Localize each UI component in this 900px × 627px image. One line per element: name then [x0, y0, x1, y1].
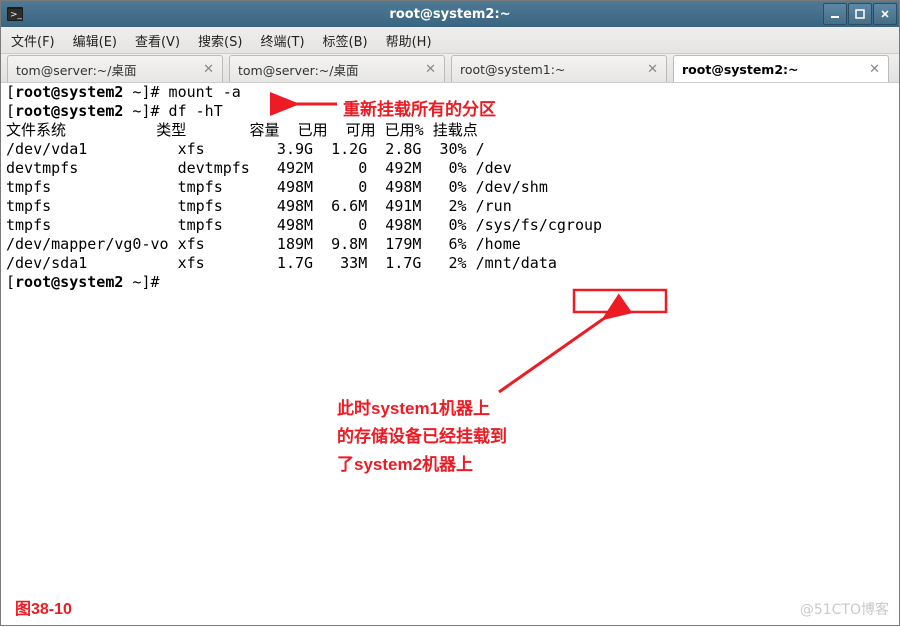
tab-label: tom@server:~/桌面 — [238, 60, 419, 79]
tab-2[interactable]: root@system1:~ ✕ — [451, 55, 667, 82]
tab-0[interactable]: tom@server:~/桌面 ✕ — [7, 55, 223, 82]
tab-label: root@system1:~ — [460, 62, 641, 77]
window-title: root@system2:~ — [389, 7, 510, 22]
watermark: @51CTO博客 — [800, 599, 889, 619]
tab-3[interactable]: root@system2:~ ✕ — [673, 55, 889, 82]
menu-terminal[interactable]: 终端(T) — [260, 31, 304, 50]
svg-text:>_: >_ — [10, 10, 23, 20]
menubar: 文件(F) 编辑(E) 查看(V) 搜索(S) 终端(T) 标签(B) 帮助(H… — [1, 27, 899, 54]
tab-label: tom@server:~/桌面 — [16, 60, 197, 79]
figure-label: 图38-10 — [15, 595, 72, 619]
window-buttons — [823, 3, 897, 25]
window-titlebar: >_ root@system2:~ — [1, 1, 899, 27]
menu-file[interactable]: 文件(F) — [11, 31, 55, 50]
minimize-button[interactable] — [823, 3, 847, 25]
menu-view[interactable]: 查看(V) — [135, 31, 180, 50]
menu-edit[interactable]: 编辑(E) — [73, 31, 117, 50]
annotation-mount: 重新挂载所有的分区 — [343, 95, 496, 120]
annotation-mntdata-l1: 此时system1机器上 — [337, 395, 507, 423]
tab-1[interactable]: tom@server:~/桌面 ✕ — [229, 55, 445, 82]
terminal-icon: >_ — [5, 4, 25, 24]
annotation-mntdata: 此时system1机器上 的存储设备已经挂载到 了system2机器上 — [337, 395, 507, 479]
tab-close-icon[interactable]: ✕ — [869, 62, 880, 77]
tab-close-icon[interactable]: ✕ — [647, 62, 658, 77]
terminal[interactable]: [root@system2 ~]# mount -a [root@system2… — [6, 83, 898, 624]
close-button[interactable] — [873, 3, 897, 25]
menu-search[interactable]: 搜索(S) — [198, 31, 242, 50]
menu-help[interactable]: 帮助(H) — [386, 31, 432, 50]
tab-close-icon[interactable]: ✕ — [425, 62, 436, 77]
maximize-button[interactable] — [848, 3, 872, 25]
annotation-mntdata-l2: 的存储设备已经挂载到 — [337, 423, 507, 451]
annotation-mntdata-l3: 了system2机器上 — [337, 451, 507, 479]
tab-label: root@system2:~ — [682, 62, 863, 77]
menu-tabs[interactable]: 标签(B) — [323, 31, 368, 50]
tab-close-icon[interactable]: ✕ — [203, 62, 214, 77]
tab-bar: tom@server:~/桌面 ✕ tom@server:~/桌面 ✕ root@s… — [1, 54, 899, 83]
